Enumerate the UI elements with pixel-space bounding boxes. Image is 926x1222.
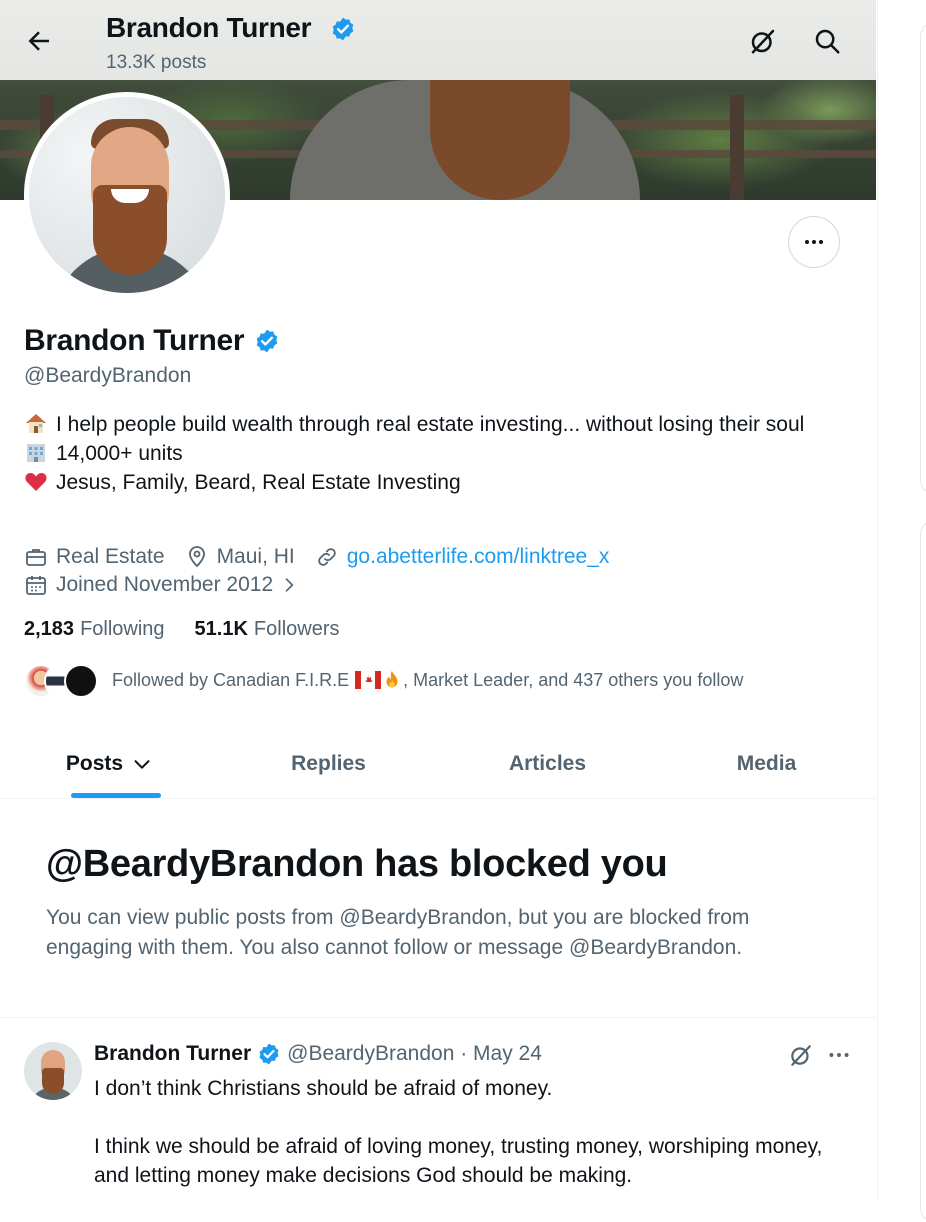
website-link[interactable]: go.abetterlife.com/linktree_x <box>347 543 610 571</box>
blocked-notice: @BeardyBrandon has blocked you You can v… <box>0 799 876 1018</box>
slash-circle-icon <box>791 1045 811 1066</box>
followers-link[interactable]: 51.1K Followers <box>195 618 340 641</box>
bio-text: Jesus, Family, Beard, Real Estate Invest… <box>56 471 461 494</box>
tweet-handle-date[interactable]: @BeardyBrandon · May 24 <box>287 1042 542 1066</box>
calendar-icon <box>26 576 46 595</box>
profile-tabs: Posts Replies Articles Media <box>0 730 876 799</box>
profile-name: Brandon Turner <box>24 324 245 357</box>
tweet-paragraph: I think we should be afraid of loving mo… <box>94 1135 823 1187</box>
bio-line: I help people build wealth through real … <box>24 410 844 439</box>
header-posts-count: 13.3K posts <box>106 52 207 73</box>
follower-avatar <box>64 664 98 698</box>
profile-bio: I help people build wealth through real … <box>24 410 844 497</box>
verified-badge-icon <box>332 17 354 41</box>
header-name: Brandon Turner <box>106 12 312 43</box>
search-icon <box>815 29 840 54</box>
profile-location: Maui, HI <box>185 543 295 571</box>
following-link[interactable]: 2,183 Following <box>24 618 165 641</box>
blocked-title: @BeardyBrandon has blocked you <box>46 843 668 885</box>
followers-you-know[interactable]: Followed by Canadian F.I.R.E , Market Le… <box>24 664 743 698</box>
verified-badge-icon[interactable] <box>254 328 280 354</box>
tweet-author-avatar[interactable] <box>24 1042 82 1100</box>
follow-stats: 2,183 Following 51.1K Followers <box>24 618 370 641</box>
tweet-more-button[interactable] <box>826 1042 852 1068</box>
tab-replies[interactable]: Replies <box>219 730 438 798</box>
tweet[interactable]: Brandon Turner @BeardyBrandon · May 24 I… <box>0 1018 876 1200</box>
profile-avatar[interactable] <box>24 92 230 298</box>
bio-line: Jesus, Family, Beard, Real Estate Invest… <box>24 468 844 497</box>
profile-website[interactable]: go.abetterlife.com/linktree_x <box>315 543 610 571</box>
profile-category: Real Estate <box>24 543 165 571</box>
sidebar-card <box>920 22 926 494</box>
profile-handle: @BeardyBrandon <box>24 364 192 387</box>
tab-posts[interactable]: Posts <box>0 730 219 798</box>
link-icon <box>317 548 336 566</box>
sidebar-card <box>920 520 926 1222</box>
right-sidebar-edge <box>877 0 926 1222</box>
bio-text: I help people build wealth through real … <box>56 413 805 436</box>
fire-icon <box>386 670 398 688</box>
slash-circle-icon <box>751 29 775 54</box>
tweet-grok-button[interactable] <box>788 1042 814 1068</box>
tweet-author-name[interactable]: Brandon Turner <box>94 1042 251 1066</box>
follower-facepile <box>24 664 98 698</box>
house-emoji-icon <box>26 414 46 433</box>
red-heart-emoji-icon <box>25 473 47 491</box>
grok-button[interactable] <box>748 26 778 56</box>
top-header-bar: Brandon Turner 13.3K posts <box>0 0 876 80</box>
chevron-down-icon <box>134 760 150 769</box>
bio-line: 14,000+ units <box>24 439 844 468</box>
arrow-left-icon <box>28 31 49 51</box>
tweet-paragraph: I don’t think Christians should be afrai… <box>94 1077 553 1100</box>
tweet-text: I don’t think Christians should be afrai… <box>94 1074 854 1219</box>
chevron-right-icon <box>285 578 294 592</box>
verified-badge-icon <box>259 1043 279 1065</box>
more-options-button[interactable] <box>788 216 840 268</box>
profile-column: Brandon Turner 13.3K posts Brandon Turne… <box>0 0 876 1200</box>
tweet-header: Brandon Turner @BeardyBrandon · May 24 <box>94 1042 542 1066</box>
back-button[interactable] <box>24 26 54 56</box>
search-button[interactable] <box>812 26 842 56</box>
briefcase-icon <box>26 549 46 566</box>
location-pin-icon <box>188 546 205 568</box>
blocked-message: You can view public posts from @BeardyBr… <box>46 906 750 959</box>
bio-text: 14,000+ units <box>56 442 183 465</box>
profile-meta: Real Estate Maui, HI go.abetterlife.com/… <box>24 543 629 599</box>
office-building-emoji-icon <box>27 444 45 462</box>
more-dots-icon <box>829 1053 849 1057</box>
active-tab-indicator <box>71 793 161 798</box>
tab-articles[interactable]: Articles <box>438 730 657 798</box>
profile-joined[interactable]: Joined November 2012 <box>24 571 307 599</box>
tab-media[interactable]: Media <box>657 730 876 798</box>
canada-flag-icon <box>355 671 382 689</box>
more-dots-icon <box>805 240 823 244</box>
